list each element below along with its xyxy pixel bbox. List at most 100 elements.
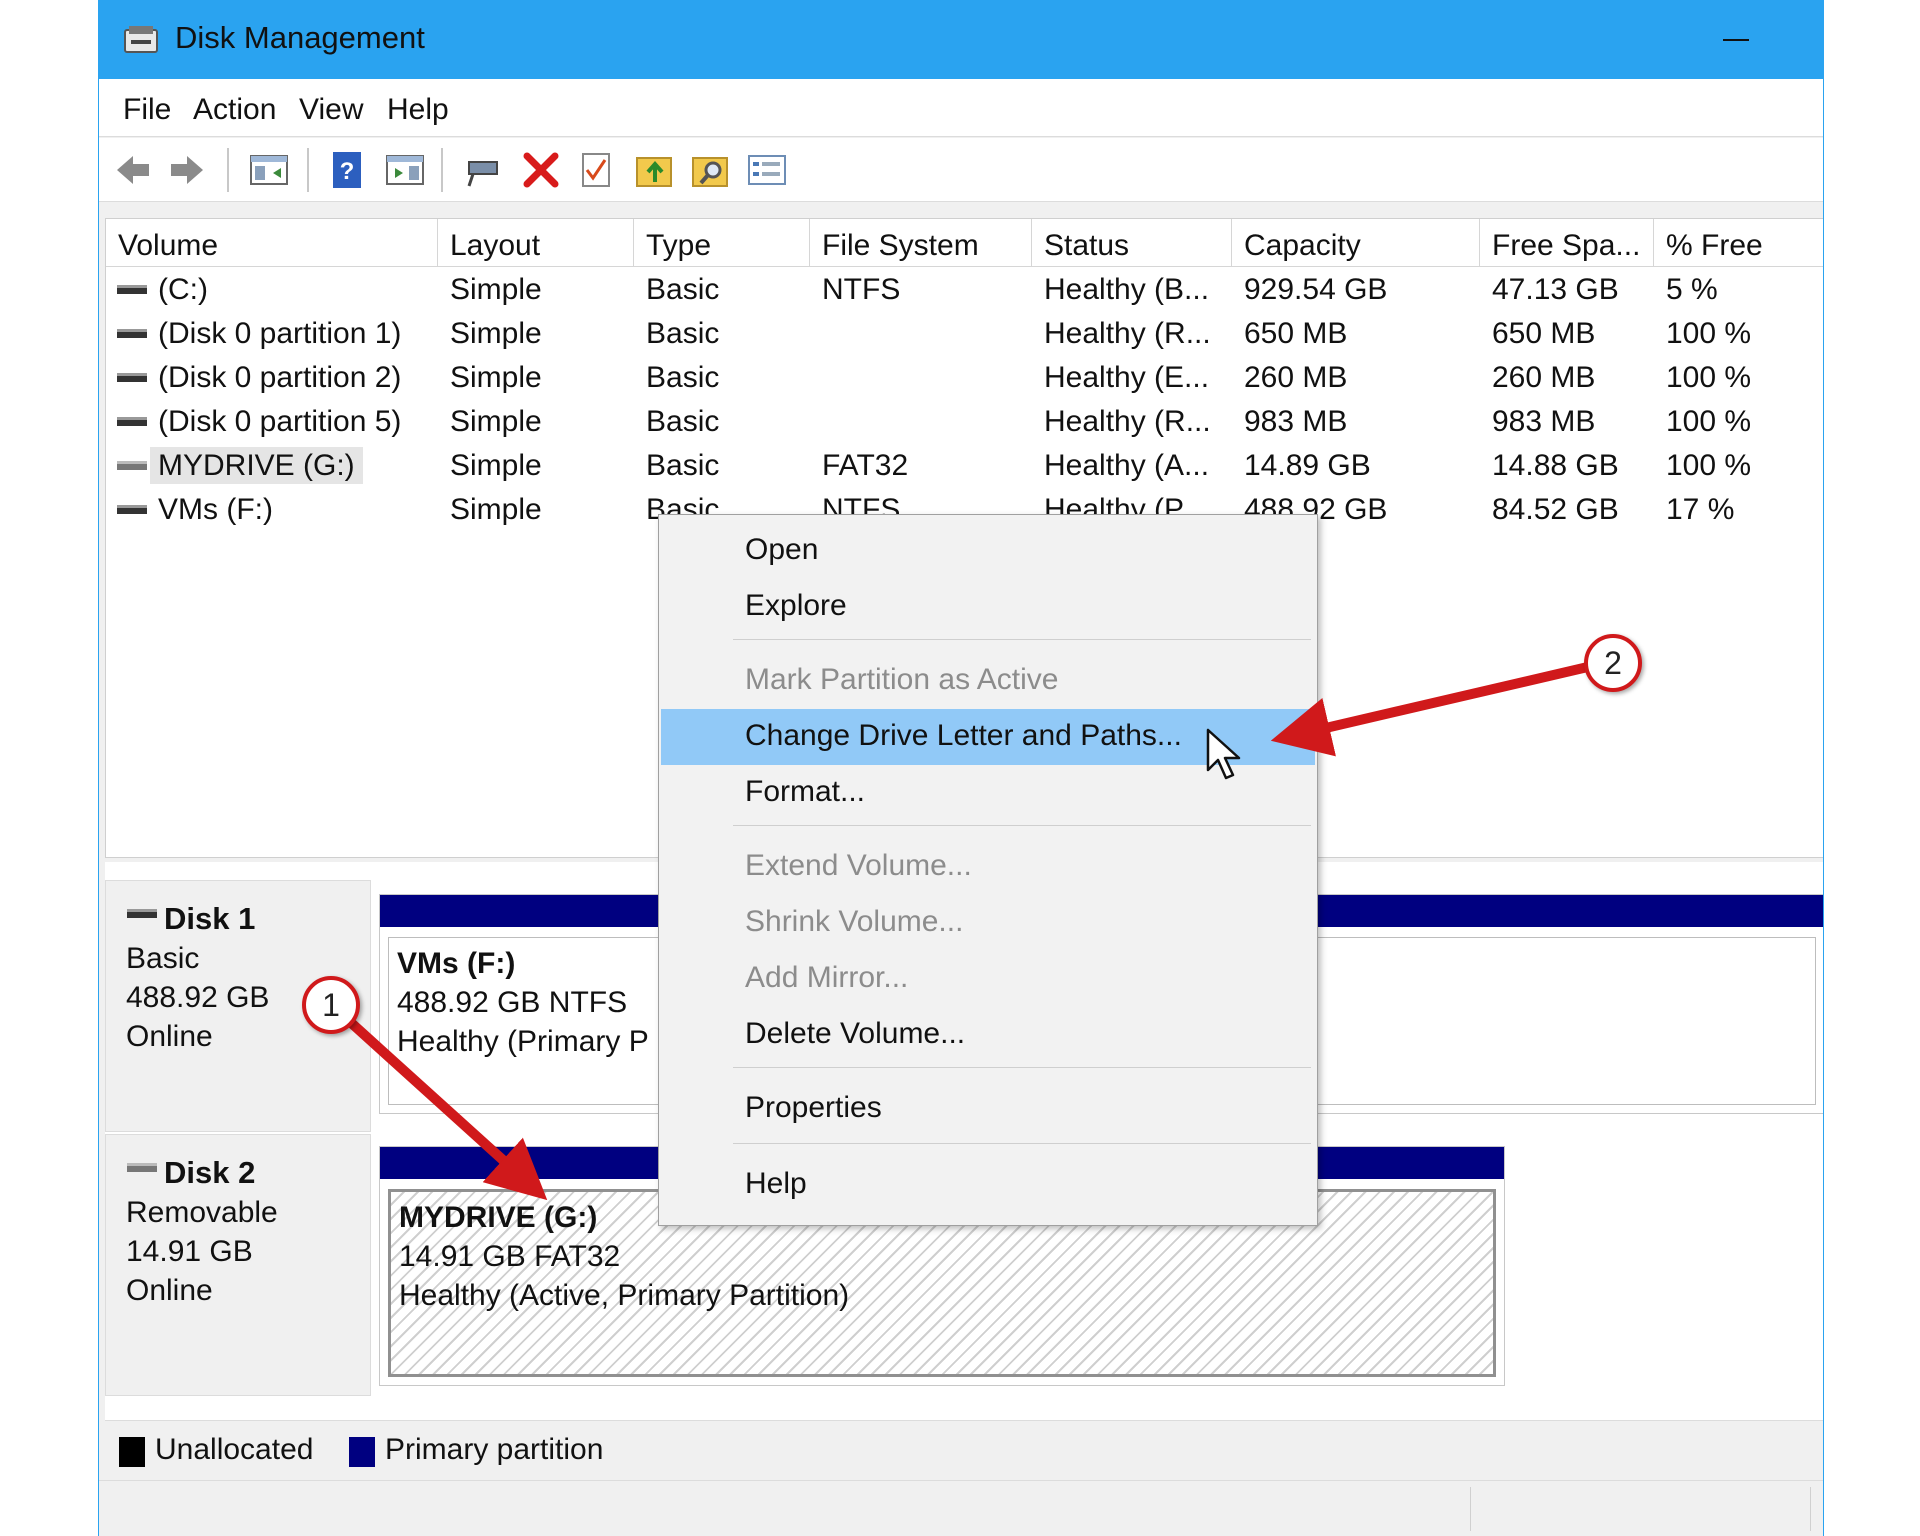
forward-icon[interactable]: [165, 148, 209, 192]
menu-help-item[interactable]: Help: [661, 1157, 1315, 1213]
volume-capacity: 14.89 GB: [1244, 449, 1371, 482]
menu-action[interactable]: Action: [189, 91, 280, 129]
properties-icon[interactable]: [745, 148, 789, 192]
disk-kind: Basic: [126, 942, 200, 975]
volume-row-selected[interactable]: MYDRIVE (G:) Simple Basic FAT32 Healthy …: [106, 445, 1823, 489]
volume-free-space: 84.52 GB: [1492, 493, 1619, 526]
back-icon[interactable]: [111, 148, 155, 192]
volume-free-space: 260 MB: [1492, 361, 1596, 394]
callout-2: 2: [1584, 634, 1642, 692]
volume-layout: Simple: [450, 273, 542, 306]
window-title: Disk Management: [175, 20, 425, 55]
drive-icon: [117, 329, 147, 338]
removable-drive-icon: [117, 461, 147, 470]
status-bar: [99, 1480, 1823, 1536]
column-header-layout[interactable]: Layout: [438, 219, 634, 267]
volume-status: Healthy (A...: [1044, 449, 1210, 482]
menu-help[interactable]: Help: [383, 91, 453, 129]
menu-properties[interactable]: Properties: [661, 1081, 1315, 1137]
legend-unallocated: Unallocated: [155, 1433, 314, 1466]
menu-file[interactable]: File: [119, 91, 175, 129]
menu-explore[interactable]: Explore: [661, 579, 1315, 635]
volume-name: (Disk 0 partition 2): [158, 361, 402, 394]
volume-name: (Disk 0 partition 5): [158, 405, 402, 438]
partition-status: Healthy (Active, Primary Partition): [399, 1279, 850, 1312]
volume-percent-free: 17 %: [1666, 493, 1735, 526]
connect-icon[interactable]: [461, 148, 505, 192]
menu-open[interactable]: Open: [661, 523, 1315, 579]
column-header-type[interactable]: Type: [634, 219, 810, 267]
disk-management-app-icon: [124, 26, 158, 53]
mouse-pointer-icon: [1206, 728, 1241, 780]
volume-row[interactable]: (Disk 0 partition 2) Simple Basic Health…: [106, 357, 1823, 401]
svg-text:?: ?: [340, 158, 355, 185]
partition-size: 14.91 GB FAT32: [399, 1240, 621, 1273]
column-header-free-space[interactable]: Free Spa...: [1480, 219, 1654, 267]
drive-icon: [117, 373, 147, 382]
menu-view[interactable]: View: [295, 91, 367, 129]
volume-percent-free: 100 %: [1666, 317, 1752, 350]
column-header-status[interactable]: Status: [1032, 219, 1232, 267]
volume-type: Basic: [646, 449, 720, 482]
volume-type: Basic: [646, 405, 720, 438]
minimize-button[interactable]: [1711, 12, 1761, 62]
volume-layout: Simple: [450, 493, 542, 526]
volume-layout: Simple: [450, 405, 542, 438]
volume-name: (C:): [158, 273, 208, 306]
menu-bar: File Action View Help: [99, 79, 1823, 137]
column-header-percent-free[interactable]: % Free: [1654, 219, 1823, 267]
removable-disk-icon: [127, 1163, 157, 1172]
volume-free-space: 14.88 GB: [1492, 449, 1619, 482]
volume-layout: Simple: [450, 449, 542, 482]
check-icon[interactable]: [575, 148, 619, 192]
volume-percent-free: 100 %: [1666, 361, 1752, 394]
volume-status: Healthy (E...: [1044, 361, 1210, 394]
volume-row[interactable]: (C:) Simple Basic NTFS Healthy (B... 929…: [106, 269, 1823, 313]
volume-row[interactable]: (Disk 0 partition 1) Simple Basic Health…: [106, 313, 1823, 357]
toolbar: ?: [99, 138, 1823, 202]
menu-delete-volume[interactable]: Delete Volume...: [661, 1007, 1315, 1063]
disk-size: 14.91 GB: [126, 1235, 253, 1268]
volume-layout: Simple: [450, 317, 542, 350]
delete-icon[interactable]: [519, 148, 563, 192]
volume-capacity: 983 MB: [1244, 405, 1348, 438]
volume-type: Basic: [646, 273, 720, 306]
column-header-file-system[interactable]: File System: [810, 219, 1032, 267]
volume-name: MYDRIVE (G:): [150, 447, 363, 484]
disk-2-label[interactable]: Disk 2 Removable 14.91 GB Online: [105, 1134, 371, 1396]
console-tree-icon[interactable]: [247, 148, 291, 192]
volume-free-space: 983 MB: [1492, 405, 1596, 438]
volume-capacity: 929.54 GB: [1244, 273, 1388, 306]
callout-1: 1: [302, 976, 360, 1034]
volume-free-space: 47.13 GB: [1492, 273, 1619, 306]
status-segment: [1471, 1487, 1811, 1531]
volume-percent-free: 5 %: [1666, 273, 1718, 306]
volume-percent-free: 100 %: [1666, 405, 1752, 438]
volume-layout: Simple: [450, 361, 542, 394]
status-segment: [99, 1487, 1471, 1531]
drive-icon: [117, 505, 147, 514]
volume-status: Healthy (R...: [1044, 317, 1211, 350]
disk-icon: [127, 909, 157, 918]
search-folder-icon[interactable]: [689, 148, 733, 192]
disk-name: Disk 2: [164, 1155, 256, 1190]
show-hide-icon[interactable]: [383, 148, 427, 192]
volume-name: VMs (F:): [158, 493, 273, 526]
column-header-capacity[interactable]: Capacity: [1232, 219, 1480, 267]
disk-name: Disk 1: [164, 901, 256, 936]
context-menu: Open Explore Mark Partition as Active Ch…: [658, 514, 1318, 1226]
up-folder-icon[interactable]: [633, 148, 677, 192]
column-header-volume[interactable]: Volume: [106, 219, 438, 267]
disk-kind: Removable: [126, 1196, 278, 1229]
volume-type: Basic: [646, 361, 720, 394]
help-icon[interactable]: ?: [325, 148, 369, 192]
legend-primary-partition: Primary partition: [385, 1433, 604, 1466]
volume-status: Healthy (R...: [1044, 405, 1211, 438]
volume-file-system: NTFS: [822, 273, 901, 306]
volume-status: Healthy (B...: [1044, 273, 1210, 306]
menu-shrink-volume: Shrink Volume...: [745, 905, 964, 938]
menu-extend-volume: Extend Volume...: [745, 849, 972, 882]
volume-row[interactable]: (Disk 0 partition 5) Simple Basic Health…: [106, 401, 1823, 445]
drive-icon: [117, 285, 147, 294]
volume-capacity: 260 MB: [1244, 361, 1348, 394]
